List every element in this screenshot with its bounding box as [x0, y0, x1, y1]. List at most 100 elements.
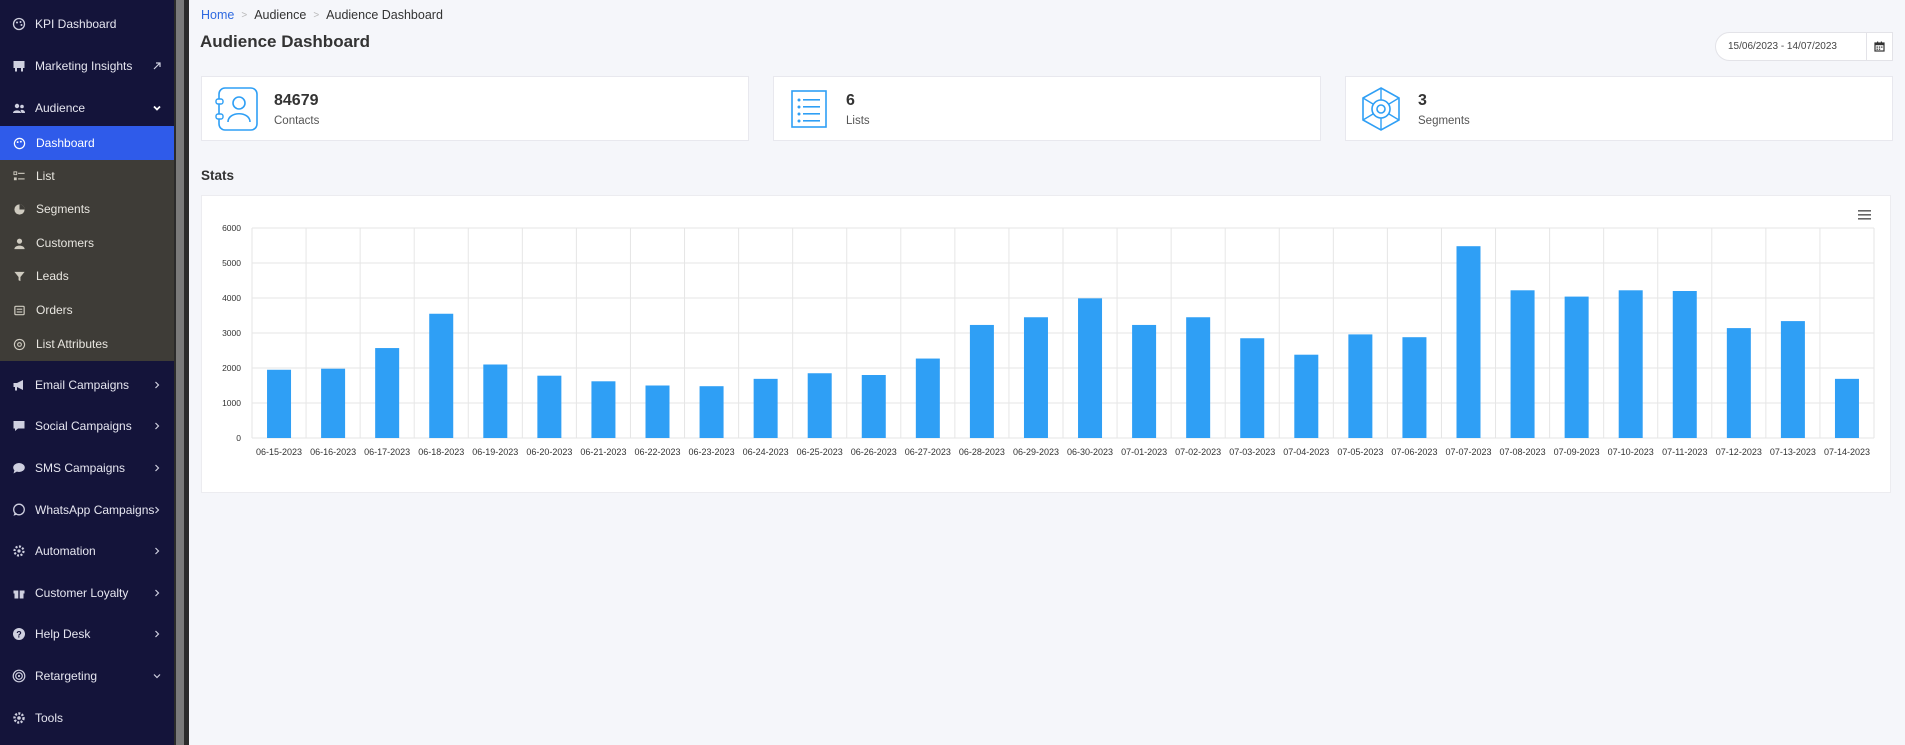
breadcrumb-parent[interactable]: Audience — [254, 8, 306, 22]
chevron-right-icon — [152, 587, 162, 597]
stat-label: Lists — [846, 115, 870, 127]
x-tick-label: 06-25-2023 — [797, 447, 843, 457]
question-icon: ? — [12, 627, 26, 641]
x-tick-label: 07-04-2023 — [1283, 447, 1329, 457]
x-tick-label: 06-21-2023 — [580, 447, 626, 457]
x-tick-label: 06-20-2023 — [526, 447, 572, 457]
chart-bar — [1294, 354, 1319, 438]
sidebar-subitem-list[interactable]: List — [0, 159, 174, 193]
hamburger-menu-icon[interactable] — [1856, 207, 1874, 223]
scrollbar-track-right — [184, 0, 189, 745]
breadcrumb-separator-icon: > — [313, 9, 320, 21]
chart-bar — [1078, 298, 1103, 438]
chart-bar — [1510, 290, 1535, 438]
x-tick-label: 06-27-2023 — [905, 447, 951, 457]
sidebar-item-marketing-insights[interactable]: Marketing Insights — [0, 49, 174, 83]
sidebar-item-sms-campaigns[interactable]: SMS Campaigns — [0, 451, 174, 485]
sidebar-item-label: Dashboard — [36, 136, 95, 150]
sidebar-item-label: Leads — [36, 269, 69, 283]
sidebar-subitem-dashboard[interactable]: Dashboard — [0, 126, 174, 160]
x-tick-label: 07-01-2023 — [1121, 447, 1167, 457]
sidebar-item-customer-loyalty[interactable]: Customer Loyalty — [0, 576, 174, 610]
y-tick-label: 0 — [236, 433, 241, 443]
chevron-right-icon — [152, 462, 162, 472]
x-tick-label: 06-16-2023 — [310, 447, 356, 457]
whatsapp-icon — [12, 503, 26, 517]
list-icon — [12, 169, 26, 183]
sidebar-item-retargeting[interactable]: Retargeting — [0, 659, 174, 693]
sidebar-subitem-customers[interactable]: Customers — [0, 226, 174, 260]
x-tick-label: 06-30-2023 — [1067, 447, 1113, 457]
sidebar-item-social-campaigns[interactable]: Social Campaigns — [0, 409, 174, 443]
date-range-value[interactable]: 15/06/2023 - 14/07/2023 — [1728, 41, 1866, 52]
y-tick-label: 4000 — [222, 293, 241, 303]
chart-bar — [1186, 317, 1211, 438]
chart-bar — [1672, 291, 1697, 438]
sidebar-item-audience[interactable]: Audience — [0, 91, 174, 125]
x-tick-label: 07-09-2023 — [1554, 447, 1600, 457]
sidebar-item-help-desk[interactable]: ? Help Desk — [0, 617, 174, 651]
sidebar-item-label: List Attributes — [36, 337, 109, 351]
stat-value: 6 — [846, 92, 855, 109]
chevron-right-icon — [152, 545, 162, 555]
chart-bar — [753, 378, 778, 438]
sidebar-item-label: WhatsApp Campaigns — [35, 503, 155, 517]
sidebar-item-kpi-dashboard[interactable]: KPI Dashboard — [0, 7, 174, 41]
sidebar-subitem-list-attributes[interactable]: List Attributes — [0, 327, 174, 361]
x-tick-label: 07-06-2023 — [1391, 447, 1437, 457]
x-tick-label: 07-10-2023 — [1608, 447, 1654, 457]
stat-card-lists: 6 Lists — [773, 76, 1321, 141]
stat-value: 3 — [1418, 92, 1427, 109]
sidebar-item-automation[interactable]: Automation — [0, 534, 174, 568]
x-tick-label: 07-14-2023 — [1824, 447, 1870, 457]
chart-bar — [1618, 290, 1643, 438]
chart-bar — [1834, 378, 1859, 438]
stat-card-contacts: 84679 Contacts — [201, 76, 749, 141]
target-icon — [12, 669, 26, 683]
page-title: Audience Dashboard — [200, 32, 371, 51]
chevron-right-icon — [152, 379, 162, 389]
x-tick-label: 07-03-2023 — [1229, 447, 1275, 457]
chart-bar — [1456, 246, 1481, 438]
chart-bar — [1780, 321, 1805, 438]
sidebar-subitem-leads[interactable]: Leads — [0, 259, 174, 293]
sidebar-item-label: Customers — [36, 236, 95, 250]
contacts-book-icon — [215, 87, 258, 131]
x-tick-label: 07-08-2023 — [1500, 447, 1546, 457]
sidebar-subitem-orders[interactable]: Orders — [0, 293, 174, 327]
breadcrumb-separator-icon: > — [241, 9, 248, 21]
chart-bar — [915, 358, 940, 438]
sidebar-item-whatsapp-campaigns[interactable]: WhatsApp Campaigns — [0, 493, 174, 527]
chalkboard-icon — [12, 59, 26, 73]
chart-bar — [537, 375, 562, 438]
chart-bar — [645, 385, 670, 438]
sliders-icon — [12, 337, 26, 351]
x-tick-label: 06-23-2023 — [689, 447, 735, 457]
arrow-icon — [152, 60, 162, 70]
cog-icon — [12, 711, 26, 725]
y-tick-label: 5000 — [222, 258, 241, 268]
sidebar-item-email-campaigns[interactable]: Email Campaigns — [0, 368, 174, 402]
breadcrumb-home-link[interactable]: Home — [201, 8, 234, 22]
chart-bar — [1023, 317, 1048, 438]
x-tick-label: 06-24-2023 — [743, 447, 789, 457]
sidebar-scrollbar[interactable] — [176, 0, 184, 745]
cart-icon — [12, 303, 26, 317]
chart-bar — [1240, 338, 1265, 438]
chart-bar — [321, 368, 346, 438]
calendar-icon[interactable] — [1866, 33, 1892, 60]
sidebar-item-label: Automation — [35, 544, 96, 558]
chevron-down-icon — [152, 670, 162, 680]
stat-label: Contacts — [274, 115, 320, 127]
x-tick-label: 07-02-2023 — [1175, 447, 1221, 457]
y-tick-label: 2000 — [222, 363, 241, 373]
sidebar-item-label: Retargeting — [35, 669, 98, 683]
date-range-picker[interactable]: 15/06/2023 - 14/07/2023 — [1715, 32, 1893, 61]
stat-value: 84679 — [274, 92, 319, 109]
audience-submenu: Dashboard List Segments Customers Leads … — [0, 126, 174, 361]
chart-bar — [1726, 328, 1751, 438]
list-icon — [791, 90, 827, 128]
sidebar-subitem-segments[interactable]: Segments — [0, 192, 174, 226]
sidebar-item-tools[interactable]: Tools — [0, 701, 174, 735]
sidebar-item-label: Orders — [36, 303, 73, 317]
